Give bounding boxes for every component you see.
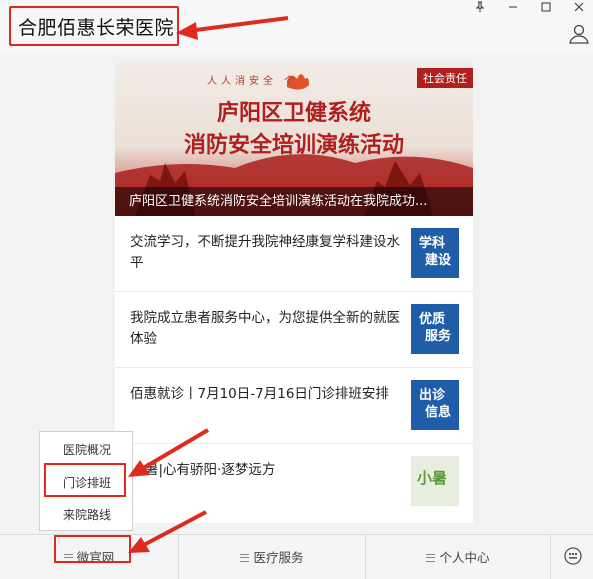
title-bar: 合肥佰惠长荣医院 <box>0 0 593 55</box>
banner-headline-1: 庐阳区卫健系统 <box>216 100 371 126</box>
thumb-text: 服务 <box>425 329 452 344</box>
news-item-title[interactable]: 暑|心有骄阳·逐梦远方 <box>145 460 417 481</box>
news-item-title[interactable]: 我院成立患者服务中心，为您提供全新的就医体验 <box>130 308 402 350</box>
news-item-title[interactable]: 交流学习，不断提升我院神经康复学科建设水平 <box>130 232 402 274</box>
article-list-card: 人人消安全 个 社会责任 庐阳区卫健系统 消防安全培训演练活动 庐阳区卫健系统消… <box>115 63 473 523</box>
pin-icon[interactable] <box>472 1 488 16</box>
thumb-text: 优质 <box>419 312 446 327</box>
thumb-text: 学科 <box>419 236 446 251</box>
account-title: 合肥佰惠长荣医院 <box>18 17 175 39</box>
banner-headline-2: 消防安全培训演练活动 <box>183 132 404 158</box>
thumb-text: 出诊 <box>419 388 446 403</box>
news-item-thumbnail[interactable]: 出诊 信息 <box>411 380 459 430</box>
news-item-title[interactable]: 佰惠就诊丨7月10日-7月16日门诊排班安排 <box>130 384 402 405</box>
news-item-thumbnail[interactable]: 小暑 <box>411 456 459 506</box>
minimize-icon[interactable] <box>505 1 521 16</box>
submenu-item-hospital-overview[interactable]: 医院概况 <box>40 435 134 465</box>
banner-caption[interactable]: 庐阳区卫健系统消防安全培训演练活动在我院成功... <box>115 187 473 216</box>
tab-label: 医疗服务 <box>253 550 304 565</box>
banner-slogan: 人人消安全 个 <box>207 76 299 87</box>
maximize-icon[interactable] <box>538 1 554 16</box>
tab-personal-center[interactable]: 个人中心 <box>366 535 550 579</box>
submenu-highlight-box <box>44 463 126 497</box>
news-item-thumbnail[interactable]: 优质 服务 <box>411 304 459 354</box>
menu-icon <box>240 553 250 562</box>
divider <box>550 535 551 579</box>
user-icon[interactable] <box>568 24 590 44</box>
thumb-text: 建设 <box>425 253 452 268</box>
tab-highlight-box <box>54 535 131 563</box>
tab-label: 个人中心 <box>439 550 490 565</box>
menu-icon <box>426 553 436 562</box>
news-item[interactable]: 佰惠就诊丨7月10日-7月16日门诊排班安排 出诊 信息 <box>115 368 473 444</box>
keyboard-icon[interactable] <box>563 546 583 566</box>
news-item[interactable]: 我院成立患者服务中心，为您提供全新的就医体验 优质 服务 <box>115 292 473 368</box>
banner-tag: 社会责任 <box>417 68 473 88</box>
news-item[interactable]: 交流学习，不断提升我院神经康复学科建设水平 学科 建设 <box>115 216 473 292</box>
thumb-text: 小暑 <box>417 469 448 487</box>
submenu-item-directions[interactable]: 来院路线 <box>40 500 134 530</box>
close-icon[interactable] <box>571 1 587 16</box>
featured-article-banner[interactable]: 人人消安全 个 社会责任 庐阳区卫健系统 消防安全培训演练活动 庐阳区卫健系统消… <box>115 63 473 216</box>
news-item[interactable]: 暑|心有骄阳·逐梦远方 小暑 <box>115 444 473 520</box>
thumb-text: 信息 <box>425 405 452 420</box>
news-item-thumbnail[interactable]: 学科 建设 <box>411 228 459 278</box>
tab-medical-services[interactable]: 医疗服务 <box>179 535 365 579</box>
